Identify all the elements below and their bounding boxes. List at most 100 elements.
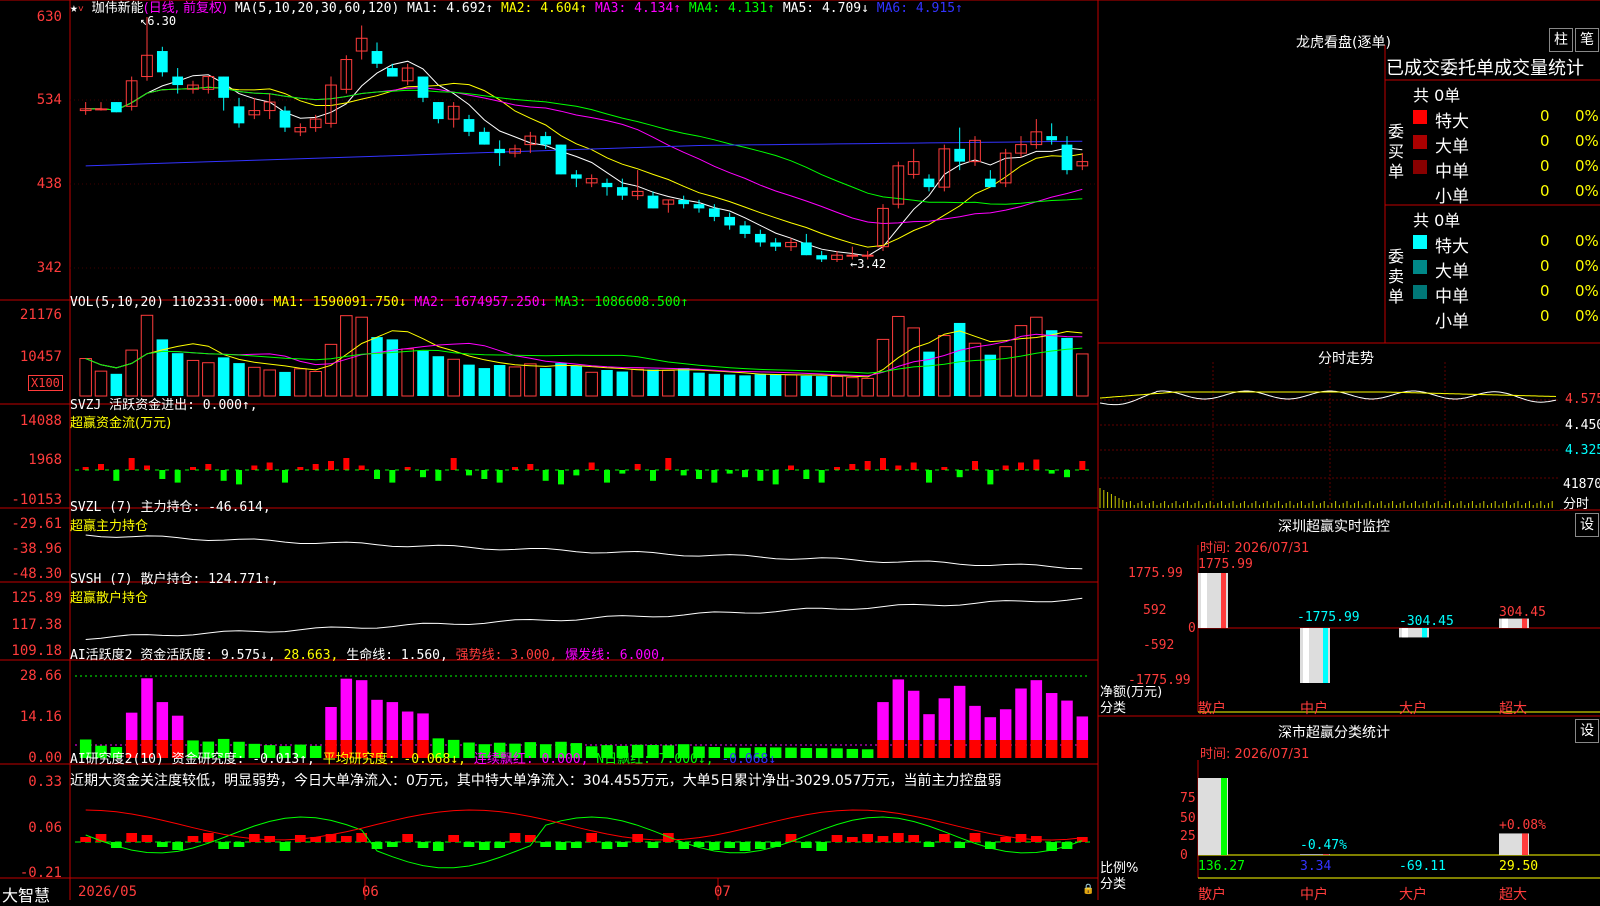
ai-research-bar	[908, 835, 920, 842]
ai-research-bar	[662, 833, 674, 842]
ai_active-header-item: 爆发线: 6.000,	[565, 648, 667, 663]
volume-bar	[110, 373, 123, 396]
ai-active-header: AI活跃度2 资金活跃度: 9.575↓, 28.663, 生命线: 1.560…	[70, 648, 667, 664]
ai-research-bar	[478, 842, 490, 850]
sz-monitor-bar-edge	[1323, 628, 1328, 683]
ai-research-bar	[877, 836, 889, 842]
candle-body	[647, 195, 659, 209]
ai-research-bar	[187, 836, 199, 842]
sz-class-settings-button[interactable]: 设	[1575, 719, 1599, 743]
volume-bar	[662, 369, 675, 397]
price-axis-label: 630	[36, 9, 62, 25]
svsh-subtitle: 超赢散户持仓	[70, 591, 149, 606]
volume-header-item: MA2: 1674957.250↓	[414, 295, 556, 310]
order-color-swatch	[1413, 110, 1427, 124]
svzj-bar	[496, 470, 503, 483]
svsh-header: SVSH (7) 散户持仓: 124.771↑,	[70, 572, 279, 588]
ai-active-bar	[156, 702, 169, 740]
volume-bar	[876, 338, 890, 397]
volume-bar	[79, 358, 92, 397]
candle-body	[540, 136, 552, 145]
volume-bar	[769, 374, 782, 396]
svzj-bar	[573, 470, 580, 476]
candle-body	[555, 144, 567, 175]
svzl-header-item: SVZL (7) 主力持仓: -46.614,	[70, 500, 271, 515]
dropdown-chevron-down-icon[interactable]: ˅	[78, 4, 84, 15]
favorite-star-icon[interactable]: ★	[70, 1, 78, 16]
order-percent: 0%	[1575, 182, 1599, 200]
svzj-bar	[880, 458, 886, 470]
svzj-bar	[1002, 465, 1009, 470]
order-percent: 0%	[1575, 157, 1599, 175]
svzj-bar	[343, 458, 350, 470]
candle-body	[693, 204, 705, 209]
volume-bar	[861, 377, 874, 397]
kline-header: ★˅ 珈伟新能(日线, 前复权) MA(5,10,20,30,60,120) M…	[70, 1, 963, 18]
candle-body	[371, 51, 383, 64]
svzj-bar	[266, 462, 273, 470]
lock-icon[interactable]: 🔒	[1082, 884, 1094, 895]
sz-monitor-bar-highlight	[1502, 618, 1508, 628]
volume-bar	[171, 353, 184, 396]
ai-active-bar	[923, 714, 935, 740]
sz-class-cat-title: 分类	[1100, 877, 1127, 892]
sz-class-axis-label: 0	[1180, 848, 1188, 863]
svzj-bar	[98, 464, 104, 470]
sz-monitor-bar-edge	[1221, 573, 1226, 628]
volume-bar	[892, 315, 905, 397]
ai-research-bar	[969, 833, 981, 842]
svzj-bar	[634, 464, 641, 470]
volume-bar	[999, 346, 1012, 397]
bar-mode-button[interactable]: 柱	[1549, 28, 1573, 52]
volume-bar	[309, 371, 322, 397]
candle-body	[95, 108, 107, 111]
svzj-bar	[910, 462, 917, 470]
stats-tab-bar[interactable]: 已成交委托单成交量统计	[1386, 54, 1584, 80]
volume-bar	[601, 369, 613, 396]
ai-research-bar	[417, 842, 429, 848]
ai-active-bar	[1015, 688, 1027, 740]
sz-monitor-settings-button[interactable]: 设	[1575, 513, 1599, 537]
svzj-bar	[558, 470, 564, 485]
candle-body	[616, 187, 628, 196]
ma-header-item: MA3: 4.134↑	[587, 1, 682, 16]
candle-body	[923, 178, 935, 188]
ai-research-bar	[279, 842, 291, 851]
svzj-bar	[1033, 459, 1040, 470]
ai-active-bar	[846, 748, 859, 758]
ai-research-axis-label: 0.06	[28, 820, 62, 836]
candle-body	[678, 199, 690, 205]
svzj-bar	[711, 470, 718, 483]
ai-active-bar	[1061, 740, 1073, 758]
svzj-bar	[680, 470, 687, 476]
volume-bar	[539, 368, 552, 396]
svzj-bar	[650, 470, 656, 481]
ai-active-bar	[815, 748, 828, 758]
svzj-bar	[435, 470, 442, 481]
ma-header-item: MA(5,10,20,30,60,120)	[234, 1, 400, 16]
volume-bar	[248, 366, 261, 397]
ma6-line	[85, 140, 1083, 167]
volume-bar	[984, 354, 997, 396]
ai-research-bar	[494, 842, 506, 848]
svzj-bar	[956, 470, 963, 478]
volume-bar	[1076, 353, 1089, 397]
svzj-header-item: SVZJ 活跃资金进出: 0.000↑,	[70, 398, 258, 413]
sz-monitor-bar-edge	[1422, 628, 1427, 638]
candle-body	[754, 233, 766, 243]
ai-active-bar	[800, 747, 813, 758]
sz-class-bar-edge	[1522, 833, 1528, 855]
tick-mode-button[interactable]: 笔	[1575, 28, 1599, 52]
ai-active-bar	[371, 699, 383, 740]
order-count: 0	[1540, 157, 1550, 175]
volume-bar	[739, 375, 751, 396]
ai-research-bar	[954, 842, 966, 848]
svzj-bar	[1079, 461, 1086, 470]
ai-active-bar	[1061, 700, 1073, 740]
volume-bar	[447, 358, 460, 397]
candle-body	[800, 242, 812, 256]
date-label-1: 2026/05	[78, 884, 138, 900]
volume-unit[interactable]: X100	[28, 375, 63, 391]
volume-bar	[324, 343, 338, 397]
volume-bar	[355, 316, 368, 397]
